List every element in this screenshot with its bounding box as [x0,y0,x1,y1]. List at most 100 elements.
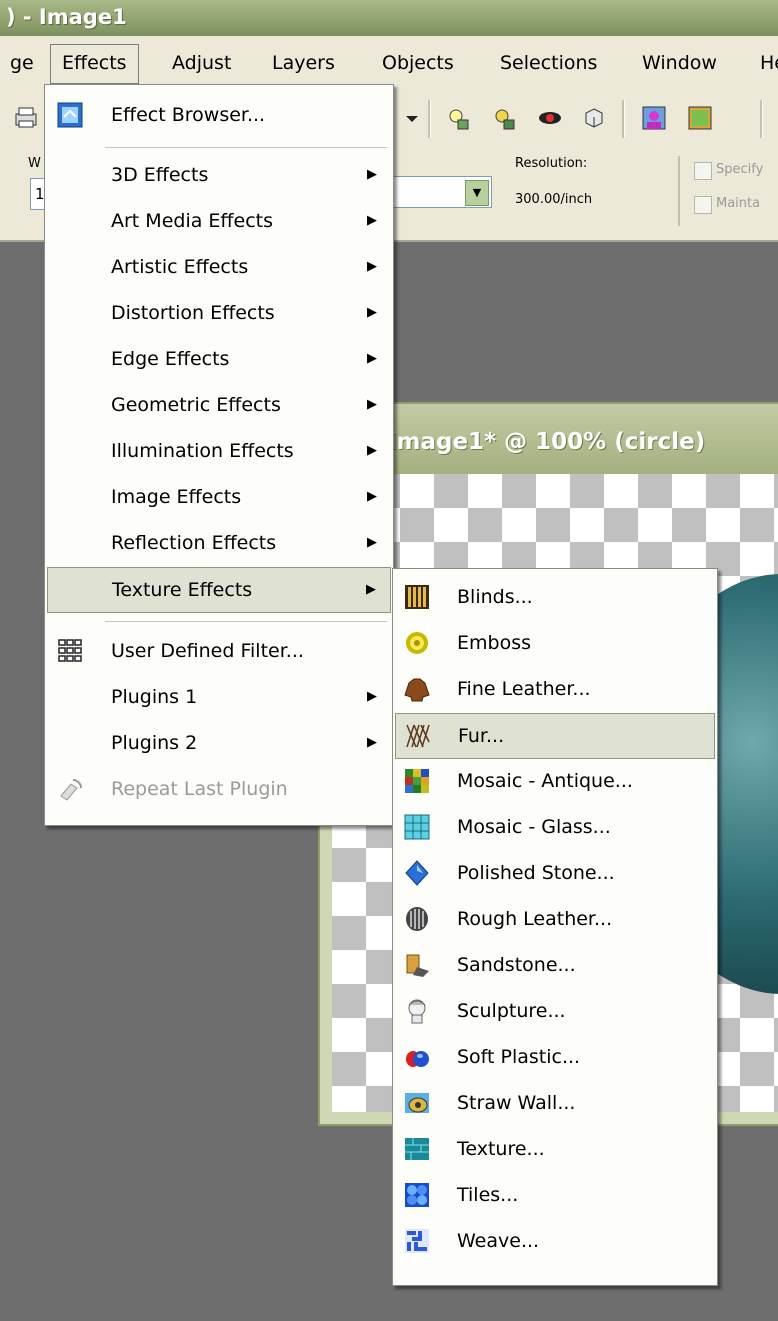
menu-item-label: Fine Leather... [457,678,591,700]
menu-item-label: Plugins 1 [111,686,198,708]
menu-item-label: Distortion Effects [111,302,275,324]
menu-item-reflection-effects[interactable]: Reflection Effects ▶ [47,521,391,565]
portrait-icon[interactable] [640,104,668,132]
menu-item-label: 3D Effects [111,164,209,186]
menu-item-label: Texture... [457,1138,545,1160]
menu-item-label: Mosaic - Glass... [457,816,611,838]
menu-effects[interactable]: Effects [50,44,139,84]
menu-item-polished-stone[interactable]: Polished Stone... [395,851,715,895]
menu-item-label: Polished Stone... [457,862,615,884]
polished-stone-icon [405,860,429,886]
toolbar-separator [760,100,763,138]
resolution-value: 300.00/inch [515,192,593,207]
menu-item-mosaic-glass[interactable]: Mosaic - Glass... [395,805,715,849]
menu-item-blinds[interactable]: Blinds... [395,575,715,619]
menu-item-label: Art Media Effects [111,210,273,232]
submenu-arrow-icon: ▶ [367,489,377,504]
menu-item-distortion-effects[interactable]: Distortion Effects ▶ [47,291,391,335]
menu-image[interactable]: ge [2,48,42,78]
menu-item-sandstone[interactable]: Sandstone... [395,943,715,987]
units-select[interactable]: ▼ [380,176,492,208]
soft-plastic-icon [406,1051,429,1067]
menu-item-weave[interactable]: Weave... [395,1219,715,1263]
texture-icon [405,1138,429,1160]
cube-icon[interactable] [580,104,608,132]
specify-checkbox[interactable] [694,162,712,180]
fine-leather-icon [404,678,430,702]
submenu-arrow-icon: ▶ [367,397,377,412]
toolbar-separator [428,100,431,138]
dropdown-arrow-icon[interactable] [398,104,426,132]
specify-label: Specify [716,162,764,177]
blinds-icon [405,585,429,609]
menu-item-label: Soft Plastic... [457,1046,581,1068]
menu-help[interactable]: He [752,48,778,78]
menu-item-plugins-2[interactable]: Plugins 2 ▶ [47,721,391,765]
menu-item-label: Artistic Effects [111,256,249,278]
mosaic-glass-icon [404,814,430,840]
menu-item-sculpture[interactable]: Sculpture... [395,989,715,1033]
menu-item-plugins-1[interactable]: Plugins 1 ▶ [47,675,391,719]
fur-icon [406,724,430,748]
menu-item-tiles[interactable]: Tiles... [395,1173,715,1217]
menu-item-label: Rough Leather... [457,908,613,930]
menu-item-label: Effect Browser... [111,104,266,126]
menu-item-edge-effects[interactable]: Edge Effects ▶ [47,337,391,381]
menu-item-artistic-effects[interactable]: Artistic Effects ▶ [47,245,391,289]
maintain-checkbox[interactable] [694,196,712,214]
menu-item-3d-effects[interactable]: 3D Effects ▶ [47,153,391,197]
submenu-arrow-icon: ▶ [367,535,377,550]
menu-item-label: Reflection Effects [111,532,277,554]
menu-item-soft-plastic[interactable]: Soft Plastic... [395,1035,715,1079]
landscape-icon[interactable] [686,104,714,132]
menu-item-label: Fur... [458,725,505,747]
menu-item-fine-leather[interactable]: Fine Leather... [395,667,715,711]
menu-item-geometric-effects[interactable]: Geometric Effects ▶ [47,383,391,427]
emboss-icon [406,632,428,654]
menu-item-texture[interactable]: Texture... [395,1127,715,1171]
chevron-down-icon[interactable]: ▼ [465,180,489,206]
tiles-icon [405,1183,429,1207]
submenu-arrow-icon: ▶ [367,259,377,274]
submenu-arrow-icon: ▶ [367,213,377,228]
menu-selections[interactable]: Selections [492,48,605,78]
menu-item-user-defined-filter[interactable]: User Defined Filter... [47,629,391,673]
menu-item-label: Plugins 2 [111,732,198,754]
menu-item-fur[interactable]: Fur... [395,713,715,759]
submenu-arrow-icon: ▶ [367,351,377,366]
brightness-icon[interactable] [444,104,472,132]
menu-item-mosaic-antique[interactable]: Mosaic - Antique... [395,759,715,803]
menu-layers[interactable]: Layers [264,48,343,78]
menu-item-effect-browser[interactable]: Effect Browser... [47,93,391,137]
menu-item-art-media-effects[interactable]: Art Media Effects ▶ [47,199,391,243]
sculpture-icon [408,999,426,1024]
rough-leather-icon [406,907,428,931]
submenu-arrow-icon: ▶ [367,305,377,320]
weave-icon [405,1229,429,1253]
menu-item-illumination-effects[interactable]: Illumination Effects ▶ [47,429,391,473]
app-title: ) - Image1 [6,5,127,29]
menu-item-repeat-last-plugin: Repeat Last Plugin [47,767,391,811]
menu-item-label: Geometric Effects [111,394,281,416]
menu-window[interactable]: Window [634,48,725,78]
contrast-icon[interactable] [490,104,518,132]
menu-objects[interactable]: Objects [374,48,462,78]
menu-item-label: Texture Effects [112,579,253,601]
red-eye-icon[interactable] [536,104,564,132]
menu-item-emboss[interactable]: Emboss [395,621,715,665]
repeat-plugin-icon [60,779,82,801]
menu-adjust[interactable]: Adjust [164,48,239,78]
menu-item-image-effects[interactable]: Image Effects ▶ [47,475,391,519]
menu-item-rough-leather[interactable]: Rough Leather... [395,897,715,941]
effects-menu: Effect Browser... 3D Effects ▶ Art Media… [44,84,394,826]
menu-item-label: Straw Wall... [457,1092,576,1114]
texture-effects-submenu: Blinds... Emboss Fine Leather... Fur... … [392,568,718,1286]
menu-separator [105,147,387,148]
menu-item-straw-wall[interactable]: Straw Wall... [395,1081,715,1125]
submenu-arrow-icon: ▶ [367,443,377,458]
menu-item-texture-effects[interactable]: Texture Effects ▶ [47,567,391,613]
print-icon[interactable] [12,104,40,132]
options-separator [678,156,680,226]
sandstone-icon [406,954,429,977]
menu-item-label: Sculpture... [457,1000,566,1022]
